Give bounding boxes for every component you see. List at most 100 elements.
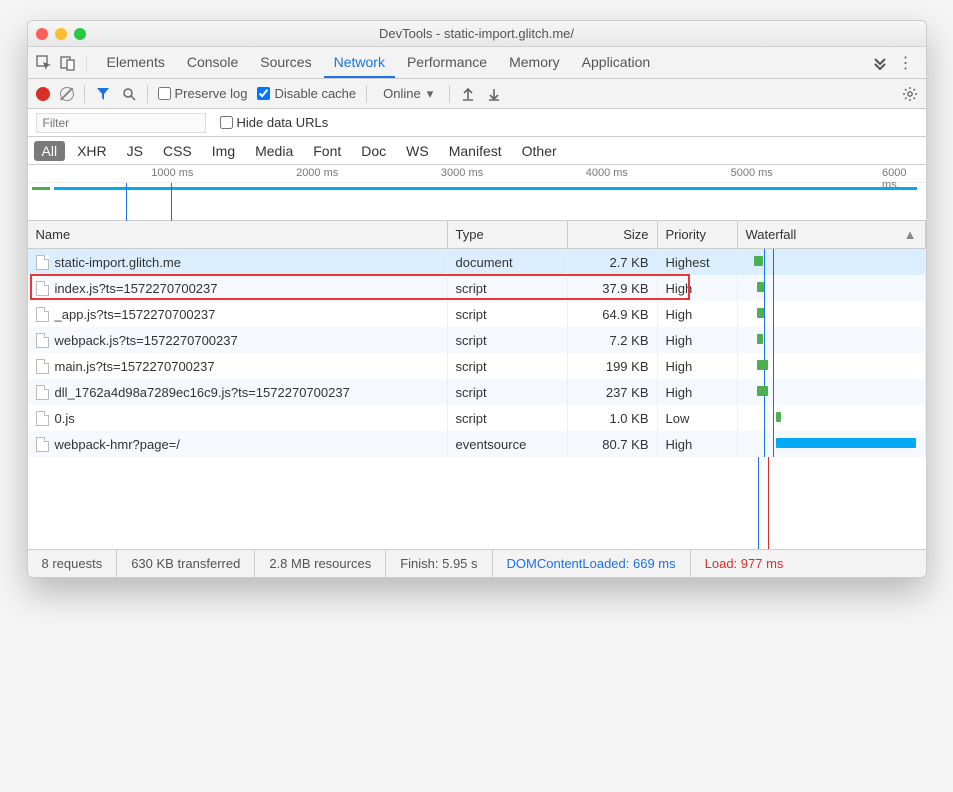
tab-console[interactable]: Console	[177, 48, 248, 78]
request-name: main.js?ts=1572270700237	[55, 359, 215, 374]
sort-asc-icon: ▲	[904, 227, 917, 242]
file-icon	[36, 307, 49, 322]
status-finish: Finish: 5.95 s	[386, 550, 492, 577]
throttling-select[interactable]: Online ▾	[377, 86, 439, 102]
filter-input[interactable]	[36, 113, 206, 133]
col-priority[interactable]: Priority	[658, 221, 738, 248]
hide-data-urls-checkbox[interactable]: Hide data URLs	[220, 115, 329, 130]
request-priority: High	[658, 301, 738, 327]
request-name: webpack.js?ts=1572270700237	[55, 333, 238, 348]
col-size[interactable]: Size	[568, 221, 658, 248]
request-type: script	[448, 353, 568, 379]
table-row[interactable]: main.js?ts=1572270700237 script199 KBHigh	[28, 353, 926, 379]
throttling-label: Online	[383, 86, 421, 101]
file-icon	[36, 411, 49, 426]
request-type: script	[448, 275, 568, 301]
status-resources: 2.8 MB resources	[255, 550, 386, 577]
disable-cache-checkbox[interactable]: Disable cache	[257, 86, 356, 101]
table-row[interactable]: dll_1762a4d98a7289ec16c9.js?ts=157227070…	[28, 379, 926, 405]
request-type: script	[448, 379, 568, 405]
window-title: DevTools - static-import.glitch.me/	[28, 26, 926, 41]
type-filter-img[interactable]: Img	[204, 141, 243, 161]
table-row[interactable]: webpack-hmr?page=/eventsource80.7 KBHigh	[28, 431, 926, 457]
request-size: 80.7 KB	[568, 431, 658, 457]
request-priority: High	[658, 275, 738, 301]
type-filter-ws[interactable]: WS	[398, 141, 437, 161]
tabs-overflow: ⋮	[872, 53, 918, 73]
table-row[interactable]: static-import.glitch.medocument2.7 KBHig…	[28, 249, 926, 275]
network-toolbar: Preserve log Disable cache Online ▾	[28, 79, 926, 109]
type-filter-css[interactable]: CSS	[155, 141, 200, 161]
request-priority: High	[658, 431, 738, 457]
request-name: 0.js	[55, 411, 75, 426]
type-filter-font[interactable]: Font	[305, 141, 349, 161]
type-filter-bar: AllXHRJSCSSImgMediaFontDocWSManifestOthe…	[28, 137, 926, 165]
request-priority: High	[658, 379, 738, 405]
inspect-tools	[36, 55, 87, 71]
request-size: 199 KB	[568, 353, 658, 379]
network-table[interactable]: static-import.glitch.medocument2.7 KBHig…	[28, 249, 926, 549]
type-filter-media[interactable]: Media	[247, 141, 301, 161]
timeline-tick: 5000 ms	[731, 167, 773, 179]
col-name[interactable]: Name	[28, 221, 448, 248]
titlebar: DevTools - static-import.glitch.me/	[28, 21, 926, 47]
table-row[interactable]: 0.jsscript1.0 KBLow	[28, 405, 926, 431]
type-filter-xhr[interactable]: XHR	[69, 141, 115, 161]
status-dcl: DOMContentLoaded: 669 ms	[493, 550, 691, 577]
table-row[interactable]: _app.js?ts=1572270700237script64.9 KBHig…	[28, 301, 926, 327]
type-filter-manifest[interactable]: Manifest	[441, 141, 510, 161]
devtools-window: DevTools - static-import.glitch.me/ Elem…	[27, 20, 927, 578]
download-har-icon[interactable]	[486, 86, 502, 102]
request-name: index.js?ts=1572270700237	[55, 281, 218, 296]
disable-cache-label: Disable cache	[274, 86, 356, 101]
tab-memory[interactable]: Memory	[499, 48, 570, 78]
status-transferred: 630 KB transferred	[117, 550, 255, 577]
search-icon[interactable]	[121, 86, 137, 102]
table-row[interactable]: webpack.js?ts=1572270700237 script7.2 KBH…	[28, 327, 926, 353]
tab-network[interactable]: Network	[324, 48, 395, 78]
preserve-log-checkbox[interactable]: Preserve log	[158, 86, 248, 101]
tab-application[interactable]: Application	[572, 48, 661, 78]
settings-gear-icon[interactable]	[902, 86, 918, 102]
upload-har-icon[interactable]	[460, 86, 476, 102]
tab-performance[interactable]: Performance	[397, 48, 497, 78]
request-type: script	[448, 301, 568, 327]
inspect-icon[interactable]	[36, 55, 52, 71]
clear-button[interactable]	[60, 87, 74, 101]
tab-sources[interactable]: Sources	[250, 48, 321, 78]
file-icon	[36, 385, 49, 400]
device-toggle-icon[interactable]	[60, 55, 76, 71]
request-name: static-import.glitch.me	[55, 255, 181, 270]
type-filter-doc[interactable]: Doc	[353, 141, 394, 161]
tab-elements[interactable]: Elements	[97, 48, 175, 78]
record-button[interactable]	[36, 87, 50, 101]
filter-toggle-icon[interactable]	[95, 86, 111, 102]
request-priority: High	[658, 353, 738, 379]
request-type: eventsource	[448, 431, 568, 457]
type-filter-all[interactable]: All	[34, 141, 66, 161]
table-row[interactable]: index.js?ts=1572270700237script37.9 KBHi…	[28, 275, 926, 301]
panel-tabs-bar: ElementsConsoleSourcesNetworkPerformance…	[28, 47, 926, 79]
timeline-overview[interactable]: 1000 ms2000 ms3000 ms4000 ms5000 ms6000 …	[28, 165, 926, 221]
request-size: 1.0 KB	[568, 405, 658, 431]
status-requests: 8 requests	[28, 550, 118, 577]
status-load: Load: 977 ms	[691, 550, 798, 577]
type-filter-js[interactable]: JS	[119, 141, 151, 161]
request-type: document	[448, 249, 568, 275]
col-type[interactable]: Type	[448, 221, 568, 248]
request-type: script	[448, 327, 568, 353]
request-priority: High	[658, 327, 738, 353]
filter-bar: Hide data URLs	[28, 109, 926, 137]
col-waterfall[interactable]: Waterfall ▲	[738, 221, 926, 248]
more-tabs-icon[interactable]	[872, 56, 888, 70]
panel-tabs: ElementsConsoleSourcesNetworkPerformance…	[97, 48, 661, 78]
request-priority: Highest	[658, 249, 738, 275]
kebab-menu-icon[interactable]: ⋮	[898, 53, 914, 73]
hide-data-urls-label: Hide data URLs	[237, 115, 329, 130]
request-type: script	[448, 405, 568, 431]
timeline-tick: 2000 ms	[296, 167, 338, 179]
request-name: dll_1762a4d98a7289ec16c9.js?ts=157227070…	[55, 385, 350, 400]
file-icon	[36, 281, 49, 296]
request-size: 7.2 KB	[568, 327, 658, 353]
type-filter-other[interactable]: Other	[514, 141, 565, 161]
